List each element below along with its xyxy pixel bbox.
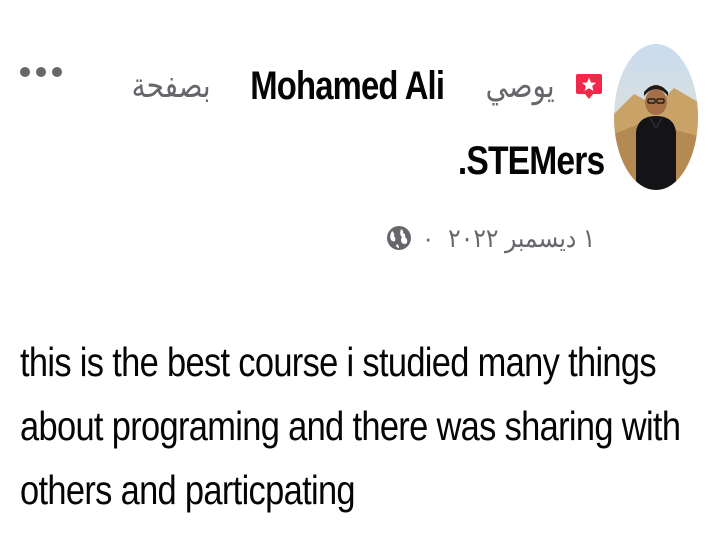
recommend-verb: يوصي [485,67,555,105]
post-header-title: يوصي Mohamed Ali بصفحة [123,56,604,116]
avatar[interactable] [614,44,698,190]
more-options-icon [20,67,30,77]
post-date-link[interactable]: ١ ديسمبر ٢٠٢٢ [449,223,596,254]
meta-separator: · [423,222,433,253]
post-body-line: this is the best course i studied many t… [20,339,657,385]
review-post: يوصي Mohamed Ali بصفحة .STEMers ١ ديسمبر… [0,0,720,546]
author-name-link[interactable]: Mohamed Ali [251,64,446,109]
post-body-text: this is the best course i studied many t… [20,330,709,522]
page-name-link[interactable]: .STEMers [458,139,605,184]
avatar-image [614,44,698,190]
more-options-icon-dot [36,67,46,77]
avatar-photo [614,44,698,190]
globe-icon [386,226,411,250]
more-options-icon-dot [52,67,62,77]
post-body-line: others and particpating [20,467,356,513]
post-body-line: about programing and there was sharing w… [20,403,681,449]
recommend-star-icon [574,71,604,101]
post-meta: ١ ديسمبر ٢٠٢٢ · [386,216,604,260]
page-prefix-text: بصفحة [131,67,211,105]
page-name-line: .STEMers [430,134,605,188]
more-options-button[interactable] [20,60,62,84]
